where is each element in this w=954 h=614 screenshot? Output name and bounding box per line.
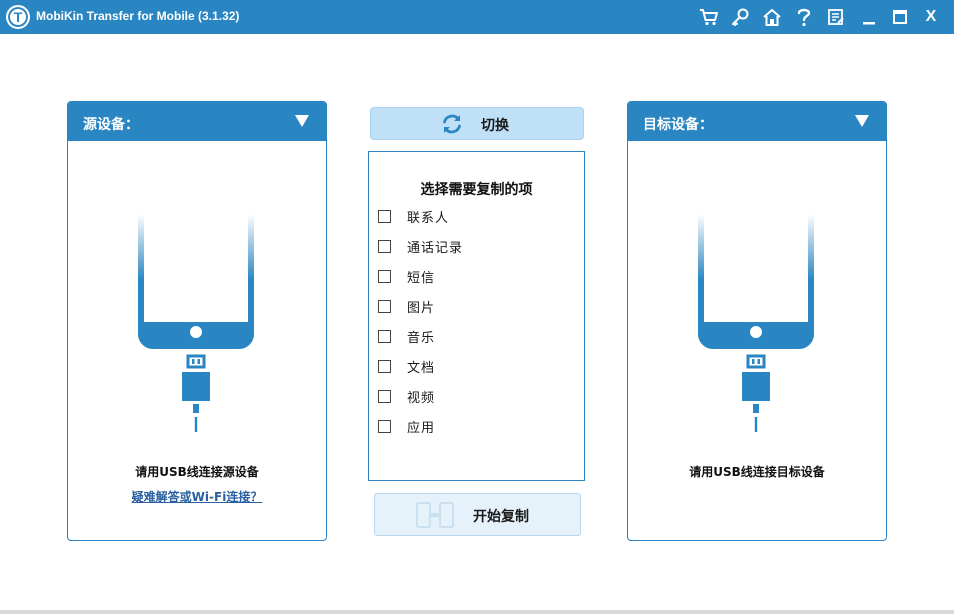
item-call-logs[interactable]: 通话记录 [378, 237, 464, 256]
checkbox[interactable] [378, 239, 391, 253]
item-videos[interactable]: 视频 [378, 387, 436, 406]
item-documents[interactable]: 文档 [378, 357, 436, 376]
checkbox[interactable] [378, 419, 391, 433]
maximize-icon[interactable] [888, 5, 912, 29]
source-panel-title: 源设备： [83, 117, 139, 133]
item-label: 音乐 [407, 330, 436, 346]
target-panel-title: 目标设备： [643, 117, 713, 133]
app-logo-icon: T [6, 5, 30, 29]
checkbox[interactable] [378, 209, 391, 223]
switch-button[interactable]: 切换 [370, 107, 584, 140]
item-apps[interactable]: 应用 [378, 417, 436, 436]
item-messages[interactable]: 短信 [378, 267, 436, 286]
source-connect-hint: 请用USB线连接源设备 [135, 465, 259, 479]
target-device-panel: 目标设备： 请用USB线连接目标设备 [627, 101, 887, 541]
item-label: 视频 [407, 390, 436, 406]
start-copy-label: 开始复制 [473, 509, 529, 525]
minimize-icon[interactable] [857, 5, 881, 29]
checkbox[interactable] [378, 329, 391, 343]
key-icon[interactable] [728, 5, 752, 29]
checkbox[interactable] [378, 389, 391, 403]
app-title: MobiKin Transfer for Mobile (3.1.32) [36, 9, 240, 23]
close-icon[interactable]: X [919, 5, 943, 29]
item-photos[interactable]: 图片 [378, 297, 436, 316]
item-label: 短信 [407, 270, 436, 286]
phone-usb-icon [698, 214, 814, 432]
target-connect-hint: 请用USB线连接目标设备 [689, 465, 825, 479]
bottom-border [0, 610, 954, 614]
item-music[interactable]: 音乐 [378, 327, 436, 346]
data-type-selection-box: 选择需要复制的项 联系人 通话记录 短信 图片 音乐 文档 视频 应用 [368, 151, 585, 481]
item-label: 联系人 [407, 210, 450, 226]
refresh-icon [443, 114, 461, 134]
switch-button-label: 切换 [481, 118, 509, 134]
copy-devices-icon [416, 502, 454, 528]
target-panel-header: 目标设备： [628, 102, 886, 141]
source-device-panel: 源设备： 请用USB线连接源设备 疑难解答或Wi-Fi连接？ [67, 101, 327, 541]
cart-icon[interactable] [697, 5, 721, 29]
checkbox[interactable] [378, 299, 391, 313]
troubleshoot-wifi-link[interactable]: 疑难解答或Wi-Fi连接？ [68, 488, 326, 505]
chevron-down-icon[interactable] [854, 114, 870, 128]
item-label: 图片 [407, 300, 436, 316]
feedback-icon[interactable] [824, 5, 848, 29]
item-label: 通话记录 [407, 240, 464, 256]
title-bar: T MobiKin Transfer for Mobile (3.1.32) X [0, 0, 954, 34]
phone-usb-icon [138, 214, 254, 432]
checkbox[interactable] [378, 359, 391, 373]
item-label: 应用 [407, 420, 436, 436]
checkbox[interactable] [378, 269, 391, 283]
start-copy-button[interactable]: 开始复制 [374, 493, 581, 536]
item-label: 文档 [407, 360, 436, 376]
source-panel-header: 源设备： [68, 102, 326, 141]
item-contacts[interactable]: 联系人 [378, 207, 450, 226]
help-icon[interactable] [792, 5, 816, 29]
selection-title: 选择需要复制的项 [420, 182, 533, 198]
chevron-down-icon[interactable] [294, 114, 310, 128]
home-icon[interactable] [760, 5, 784, 29]
